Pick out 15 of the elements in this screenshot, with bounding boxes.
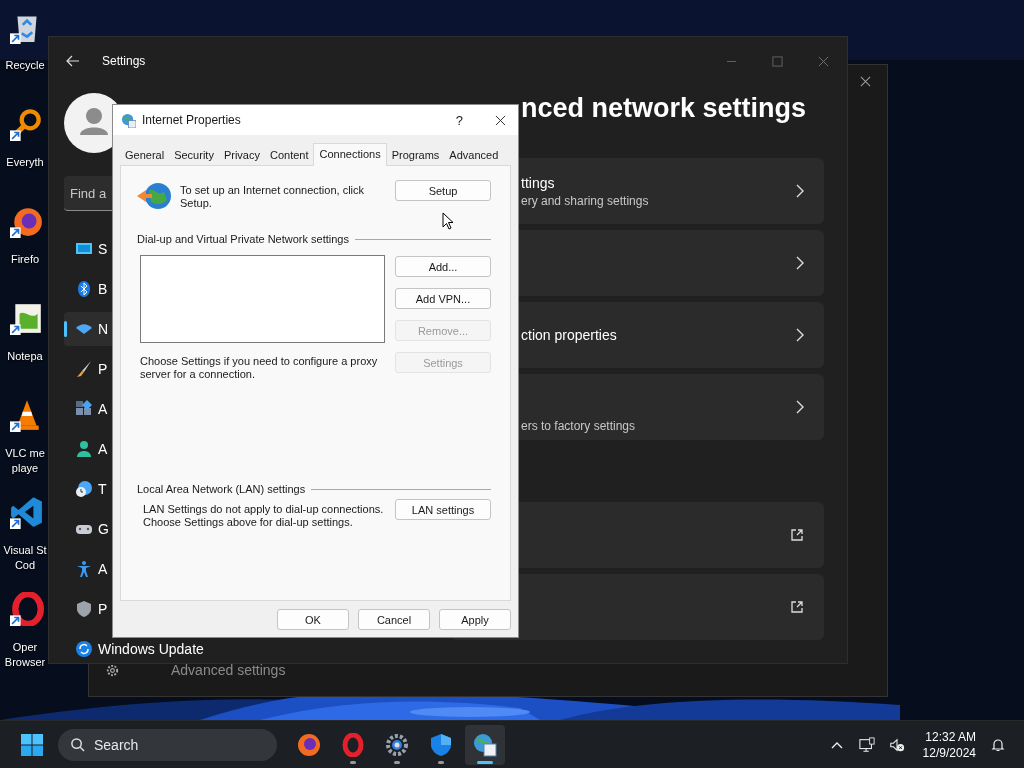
desktop-icon-label: Firefo [9, 252, 41, 267]
page-heading: nced network settings [521, 93, 807, 125]
desktop-icon-label: Oper Browser [3, 640, 47, 670]
window-title: Settings [102, 54, 146, 68]
setup-instructions: To set up an Internet connection, click Setup. [180, 184, 366, 210]
desktop-icon-label: Recycle [4, 58, 46, 73]
group-label: Local Area Network (LAN) settings [137, 483, 306, 495]
desktop-icon-label: Notepa [6, 349, 44, 364]
dialog-title: Internet Properties [142, 113, 241, 127]
desktop-icon-label: Everyth [5, 155, 45, 170]
proxy-instructions: Choose Settings if you need to configure a proxy server for a connection. [140, 355, 379, 381]
group-label: Dial-up and Virtual Private Network settings [137, 233, 349, 245]
desktop-icon-label: Visual St Cod [2, 543, 48, 573]
desktop-icon-label: VLC me playe [4, 446, 46, 476]
lan-instructions: LAN Settings do not apply to dial-up connections. Choose Settings above for dial-up settings. [142, 503, 385, 529]
